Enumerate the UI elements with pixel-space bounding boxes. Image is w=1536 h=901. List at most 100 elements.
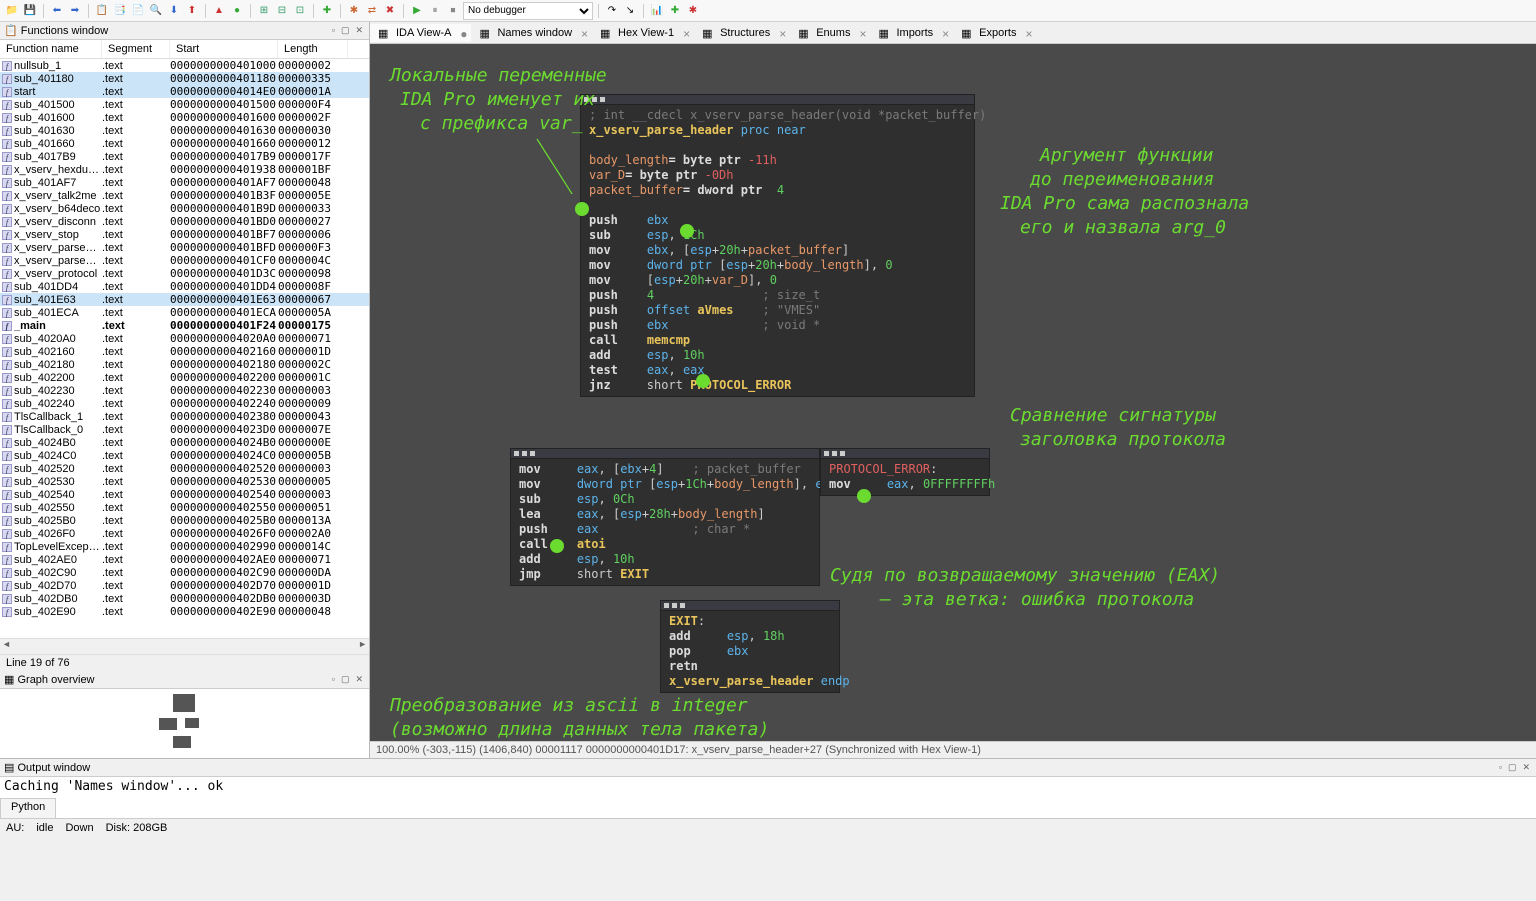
function-row[interactable]: fsub_401E63.text0000000000401E6300000067: [0, 293, 369, 306]
plus-icon[interactable]: ✚: [319, 3, 335, 19]
circle-icon[interactable]: ●: [229, 3, 245, 19]
star-icon[interactable]: ✱: [346, 3, 362, 19]
code-block-main[interactable]: ; int __cdecl x_vserv_parse_header(void …: [580, 94, 975, 397]
tool-a-icon[interactable]: 📋: [94, 3, 110, 19]
layout3-icon[interactable]: ⊡: [292, 3, 308, 19]
search-icon[interactable]: 🔍: [148, 3, 164, 19]
function-row[interactable]: fsub_402160.text00000000004021600000001D: [0, 345, 369, 358]
open-icon[interactable]: 📁: [4, 3, 20, 19]
stop-red-icon[interactable]: ▲: [211, 3, 227, 19]
function-row[interactable]: fnullsub_1.text000000000040100000000002: [0, 59, 369, 72]
pause-icon[interactable]: ⏸: [427, 3, 443, 19]
function-row[interactable]: fsub_402530.text000000000040253000000005: [0, 475, 369, 488]
view-tab[interactable]: ▦Exports×: [953, 24, 1036, 42]
function-row[interactable]: fsub_402200.text00000000004022000000001C: [0, 371, 369, 384]
function-list[interactable]: fnullsub_1.text000000000040100000000002f…: [0, 59, 369, 638]
db-b-icon[interactable]: ✚: [667, 3, 683, 19]
function-row[interactable]: fsub_402550.text000000000040255000000051: [0, 501, 369, 514]
db-c-icon[interactable]: ✱: [685, 3, 701, 19]
tool-c-icon[interactable]: 📄: [130, 3, 146, 19]
graph-overview[interactable]: [0, 689, 369, 758]
function-row[interactable]: fx_vserv_hexdump.text0000000000401938000…: [0, 163, 369, 176]
function-row[interactable]: fx_vserv_b64deco.text0000000000401B9D000…: [0, 202, 369, 215]
code-block-error[interactable]: PROTOCOL_ERROR: mov eax, 0FFFFFFFFh: [820, 448, 990, 496]
step-into-icon[interactable]: ↘: [622, 3, 638, 19]
maximize-icon[interactable]: ▢: [339, 674, 352, 685]
function-row[interactable]: fsub_401AF7.text0000000000401AF700000048: [0, 176, 369, 189]
code-block-exit[interactable]: EXIT: add esp, 18h pop ebx retn x_vserv_…: [660, 600, 840, 693]
function-row[interactable]: fsub_401660.text000000000040166000000012: [0, 137, 369, 150]
code-block-left[interactable]: mov eax, [ebx+4] ; packet_buffer mov dwo…: [510, 448, 820, 586]
tab-close-icon[interactable]: ×: [1025, 27, 1032, 41]
function-row[interactable]: fx_vserv_disconn.text0000000000401BD0000…: [0, 215, 369, 228]
function-row[interactable]: fsub_402D70.text0000000000402D700000001D: [0, 579, 369, 592]
tab-close-icon[interactable]: ●: [460, 27, 467, 41]
ida-graph-view[interactable]: ; int __cdecl x_vserv_parse_header(void …: [370, 44, 1536, 741]
function-row[interactable]: fsub_401630.text000000000040163000000030: [0, 124, 369, 137]
function-row[interactable]: fx_vserv_parse_he....text0000000000401CF…: [0, 254, 369, 267]
func-list-header[interactable]: Function name Segment Start Length: [0, 40, 369, 59]
view-tab[interactable]: ▦Imports×: [870, 24, 953, 42]
function-row[interactable]: fsub_4025B0.text00000000004025B00000013A: [0, 514, 369, 527]
function-row[interactable]: fsub_401180.text000000000040118000000335: [0, 72, 369, 85]
layout1-icon[interactable]: ⊞: [256, 3, 272, 19]
function-row[interactable]: fsub_401500.text0000000000401500000000F4: [0, 98, 369, 111]
cross-icon[interactable]: ✖: [382, 3, 398, 19]
function-row[interactable]: fsub_402240.text000000000040224000000009: [0, 397, 369, 410]
function-row[interactable]: fx_vserv_talk2me.text0000000000401B3F000…: [0, 189, 369, 202]
view-tab[interactable]: ▦IDA View-A●: [370, 24, 471, 42]
cut-icon[interactable]: ⇄: [364, 3, 380, 19]
function-row[interactable]: fsub_402E90.text0000000000402E9000000048: [0, 605, 369, 618]
function-row[interactable]: fsub_4020A0.text00000000004020A000000071: [0, 332, 369, 345]
save-icon[interactable]: 💾: [22, 3, 38, 19]
back-icon[interactable]: ⬅: [49, 3, 65, 19]
tab-close-icon[interactable]: ×: [683, 27, 690, 41]
function-row[interactable]: fx_vserv_protocol.text0000000000401D3C00…: [0, 267, 369, 280]
fwd-icon[interactable]: ➡: [67, 3, 83, 19]
output-text[interactable]: Caching 'Names window'... ok: [0, 777, 1536, 798]
function-row[interactable]: fsub_4017B9.text00000000004017B90000017F: [0, 150, 369, 163]
minimize-icon[interactable]: ▫: [330, 25, 337, 36]
function-row[interactable]: fx_vserv_stop.text0000000000401BF7000000…: [0, 228, 369, 241]
view-tab[interactable]: ▦Names window×: [471, 24, 592, 42]
close-icon[interactable]: ✕: [1520, 762, 1532, 773]
tab-close-icon[interactable]: ×: [779, 27, 786, 41]
function-row[interactable]: fstart.text00000000004014E00000001A: [0, 85, 369, 98]
function-row[interactable]: fsub_4026F0.text00000000004026F0000002A0: [0, 527, 369, 540]
tab-close-icon[interactable]: ×: [942, 27, 949, 41]
function-row[interactable]: fsub_401DD4.text0000000000401DD40000008F: [0, 280, 369, 293]
function-row[interactable]: fsub_402180.text00000000004021800000002C: [0, 358, 369, 371]
function-row[interactable]: fsub_402540.text000000000040254000000003: [0, 488, 369, 501]
function-row[interactable]: fTlsCallback_1.text000000000040238000000…: [0, 410, 369, 423]
h-scrollbar[interactable]: [0, 638, 369, 654]
db-a-icon[interactable]: 📊: [649, 3, 665, 19]
function-row[interactable]: fsub_402AE0.text0000000000402AE000000071: [0, 553, 369, 566]
view-tab[interactable]: ▦Hex View-1×: [592, 24, 694, 42]
function-row[interactable]: fsub_402230.text000000000040223000000003: [0, 384, 369, 397]
run-icon[interactable]: ▶: [409, 3, 425, 19]
function-row[interactable]: fsub_401ECA.text0000000000401ECA0000005A: [0, 306, 369, 319]
down-icon[interactable]: ⬇: [166, 3, 182, 19]
maximize-icon[interactable]: ▢: [339, 25, 352, 36]
view-tab[interactable]: ▦Enums×: [790, 24, 870, 42]
function-row[interactable]: fTlsCallback_0.text00000000004023D000000…: [0, 423, 369, 436]
debugger-select[interactable]: No debugger: [463, 2, 593, 20]
function-row[interactable]: fsub_401600.text00000000004016000000002F: [0, 111, 369, 124]
tool-b-icon[interactable]: 📑: [112, 3, 128, 19]
close-icon[interactable]: ✕: [353, 674, 365, 685]
close-icon[interactable]: ✕: [353, 25, 365, 36]
view-tab[interactable]: ▦Structures×: [694, 24, 790, 42]
layout2-icon[interactable]: ⊟: [274, 3, 290, 19]
up-icon[interactable]: ⬆: [184, 3, 200, 19]
minimize-icon[interactable]: ▫: [330, 674, 337, 685]
function-row[interactable]: fsub_402C90.text0000000000402C90000000DA: [0, 566, 369, 579]
step-over-icon[interactable]: ↷: [604, 3, 620, 19]
maximize-icon[interactable]: ▢: [1506, 762, 1519, 773]
tab-close-icon[interactable]: ×: [859, 27, 866, 41]
output-tab-python[interactable]: Python: [0, 798, 56, 818]
function-row[interactable]: fsub_4024B0.text00000000004024B00000000E: [0, 436, 369, 449]
function-row[interactable]: fx_vserv_parse_body.text0000000000401BFD…: [0, 241, 369, 254]
function-row[interactable]: fTopLevelExceptio....text000000000040299…: [0, 540, 369, 553]
function-row[interactable]: fsub_4024C0.text00000000004024C00000005B: [0, 449, 369, 462]
tab-close-icon[interactable]: ×: [581, 27, 588, 41]
